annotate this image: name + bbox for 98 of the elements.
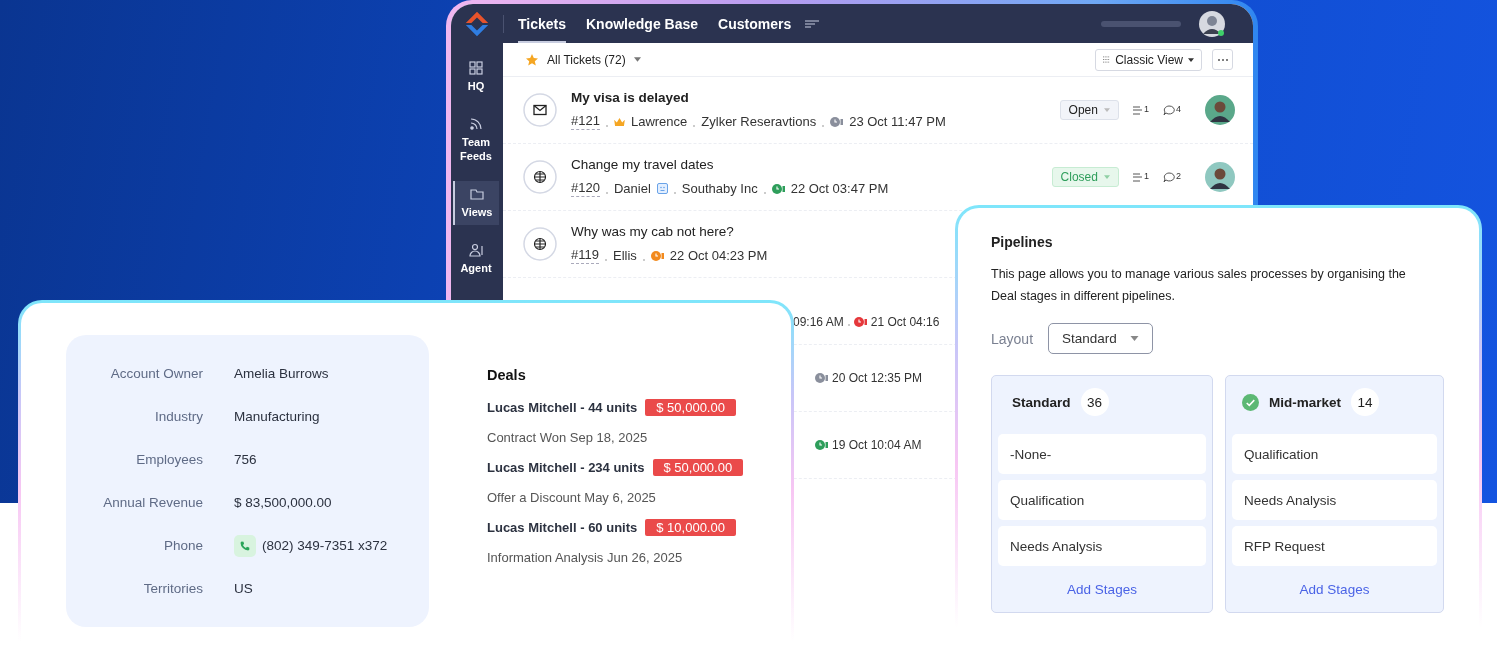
ticket-meta: 21 Oct 04:16 (870, 315, 940, 329)
thread-count[interactable]: 1 (1132, 172, 1149, 182)
field-label: Employees (135, 452, 203, 467)
due-time: 22 Oct 03:47 PM (790, 181, 889, 196)
deals-heading: Deals (487, 367, 527, 383)
star-icon (525, 52, 539, 67)
contact-name[interactable]: Daniel (613, 181, 651, 196)
field-value: Manufacturing (234, 409, 320, 424)
description: This page allows you to manage various sales processes by organising the Deal stages in different pipelines. (991, 266, 1407, 305)
amount-badge: $ 50,000.00 (652, 459, 744, 476)
pipeline-name: Standard (1012, 394, 1071, 410)
avatar[interactable] (1205, 162, 1235, 192)
sidebar-item[interactable]: Team Feeds (453, 111, 499, 169)
stage-item[interactable]: -None- (998, 434, 1206, 474)
channel-icon (523, 227, 557, 261)
logo-icon (463, 9, 491, 38)
view-mode-button[interactable]: Classic View (1095, 48, 1202, 71)
ticket-meta: 09:16 AM (793, 315, 844, 329)
ticket-title[interactable]: Why was my cab not here? (571, 224, 768, 239)
pipelines-heading: Pipelines (991, 234, 1054, 250)
contact-name[interactable]: Ellis (612, 248, 637, 263)
thread-count[interactable]: 1 (1132, 105, 1149, 115)
more-icon (1217, 58, 1228, 61)
view-selector[interactable]: All Tickets (72) (547, 52, 626, 67)
sidebar-item[interactable]: Views (453, 181, 499, 225)
stage-count: 36 (1080, 388, 1109, 416)
face-icon (656, 183, 668, 194)
status-dropdown[interactable]: Open (1059, 100, 1119, 120)
phone-icon[interactable] (234, 534, 256, 557)
crown-icon (613, 117, 625, 126)
field-value: Amelia Burrows (234, 366, 329, 381)
stage-item[interactable]: RFP Request (1232, 526, 1437, 566)
comment-icon (1163, 171, 1175, 183)
comment-count[interactable]: 2 (1163, 171, 1181, 183)
comment-icon (1163, 104, 1175, 116)
ticket-meta: 20 Oct 12:35 PM (832, 371, 923, 385)
sidebar-item[interactable]: Agent (453, 237, 499, 281)
list-icon (1103, 56, 1111, 63)
stage-count: 14 (1351, 388, 1379, 416)
ticket-number[interactable]: #121 (571, 113, 600, 130)
stage-item[interactable]: Needs Analysis (1232, 480, 1437, 520)
account-name[interactable]: Southaby Inc (681, 181, 758, 196)
caret-icon (1129, 336, 1139, 341)
folder-icon[interactable] (470, 187, 484, 201)
field-label: Territories (142, 581, 203, 596)
sidebar-item[interactable]: HQ (453, 55, 499, 99)
deal-stage: Offer a Discount May 6, 2025 (487, 490, 657, 505)
field-value: US (234, 581, 253, 596)
pipeline-name: Mid-market (1269, 394, 1341, 410)
thread-icon (1132, 172, 1143, 182)
nav-tab[interactable]: Customers (718, 4, 792, 43)
field-label: Account Owner (109, 366, 203, 381)
field-value: 756 (234, 452, 257, 467)
field-label: Phone (162, 538, 203, 553)
due-time: 23 Oct 11:47 PM (849, 114, 946, 129)
avatar[interactable] (1199, 10, 1225, 37)
caret-icon[interactable] (633, 57, 641, 62)
field-label: Industry (153, 409, 203, 424)
channel-icon (523, 93, 557, 127)
avatar[interactable] (1205, 95, 1235, 125)
person-icon[interactable] (469, 243, 483, 257)
feed-icon[interactable] (469, 117, 483, 131)
channel-icon (523, 160, 557, 194)
caret-icon (1188, 57, 1194, 62)
caret-icon (1103, 175, 1110, 179)
deal-name[interactable]: Lucas Mitchell - 44 units (487, 400, 638, 415)
layout-dropdown[interactable]: Standard (1048, 323, 1153, 354)
nav-tab[interactable]: Knowledge Base (586, 4, 699, 43)
deal-stage: Information Analysis Jun 26, 2025 (487, 550, 684, 565)
nav-tab[interactable]: Tickets (518, 4, 566, 43)
more-button[interactable] (1212, 49, 1233, 70)
deal-name[interactable]: Lucas Mitchell - 234 units (487, 460, 645, 475)
ticket-title[interactable]: My visa is delayed (571, 90, 946, 105)
field-value: $ 83,500,000.00 (234, 495, 332, 510)
add-stages-link[interactable]: Add Stages (1299, 582, 1370, 597)
ticket-meta: 19 Oct 10:04 AM (832, 438, 922, 452)
ticket-number[interactable]: #119 (571, 247, 599, 264)
stage-item[interactable]: Needs Analysis (998, 526, 1206, 566)
layout-label: Layout (991, 330, 1034, 347)
due-time: 22 Oct 04:23 PM (669, 248, 768, 263)
field-label: Annual Revenue (102, 495, 203, 510)
field-value: (802) 349-7351 x372 (262, 538, 388, 553)
deal-stage: Contract Won Sep 18, 2025 (487, 430, 649, 445)
thread-icon (1132, 105, 1143, 115)
amount-badge: $ 50,000.00 (645, 399, 736, 416)
contact-name[interactable]: Lawrence (630, 114, 688, 129)
grid-icon[interactable] (469, 61, 483, 75)
stage-item[interactable]: Qualification (1232, 434, 1437, 474)
stage-item[interactable]: Qualification (998, 480, 1206, 520)
ticket-title[interactable]: Change my travel dates (571, 157, 889, 172)
account-name[interactable]: Zylker Reseravtions (701, 114, 817, 129)
deal-name[interactable]: Lucas Mitchell - 60 units (487, 520, 638, 535)
comment-count[interactable]: 4 (1163, 104, 1181, 116)
caret-icon (1103, 108, 1110, 112)
amount-badge: $ 10,000.00 (645, 519, 736, 536)
ticket-number[interactable]: #120 (571, 180, 600, 197)
add-stages-link[interactable]: Add Stages (1067, 582, 1137, 597)
menu-icon[interactable] (805, 19, 820, 28)
